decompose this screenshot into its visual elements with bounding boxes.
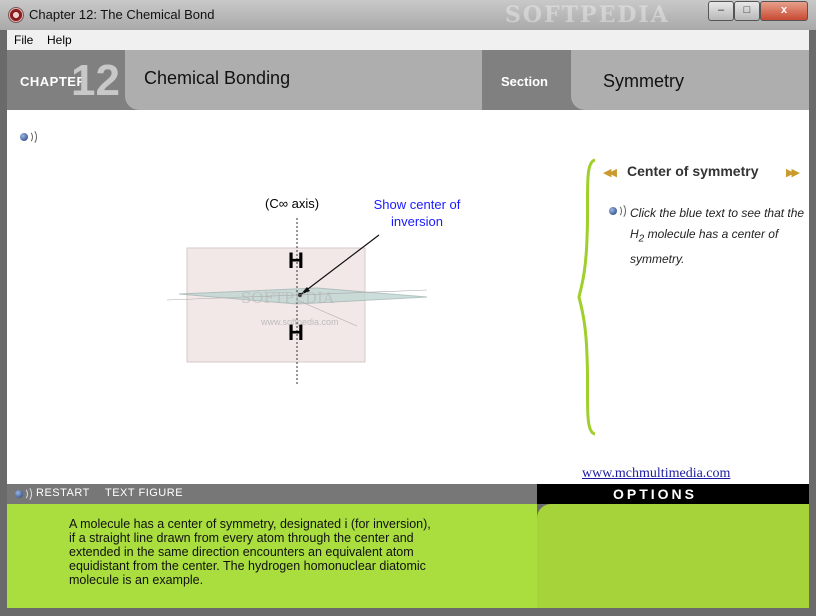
- show-center-of-inversion-link[interactable]: Show center of inversion: [369, 196, 465, 230]
- title-bar: Chapter 12: The Chemical Bond SOFTPEDIA …: [0, 0, 816, 30]
- axis-label: (C∞ axis): [265, 196, 320, 211]
- description-panel: A molecule has a center of symmetry, des…: [7, 504, 537, 608]
- instruction-part2: molecule has a center of symmetry.: [630, 227, 779, 267]
- close-button[interactable]: x: [760, 1, 808, 21]
- hydrogen-atom-top: H: [288, 248, 304, 273]
- description-text: A molecule has a center of symmetry, des…: [69, 517, 431, 587]
- molecule-figure: H H SOFTPEDIA www.softpedia.com (C∞ axis…: [157, 190, 460, 410]
- audio-speaker-icon[interactable]: [609, 203, 626, 219]
- figure-watermark-url: www.softpedia.com: [260, 317, 339, 327]
- text-figure-button[interactable]: TEXT FIGURE: [105, 487, 183, 499]
- instruction-text: Click the blue text to see that the H2 m…: [630, 203, 805, 270]
- options-header[interactable]: OPTIONS: [537, 484, 809, 504]
- topic-tab: Chemical Bonding: [125, 50, 482, 110]
- app-icon: [8, 7, 24, 23]
- brace-path: [577, 158, 596, 436]
- section-title: Symmetry: [603, 71, 684, 91]
- audio-speaker-icon[interactable]: [15, 486, 32, 502]
- menu-bar: File Help: [7, 30, 809, 50]
- options-label: OPTIONS: [613, 486, 698, 502]
- options-panel: [537, 504, 809, 608]
- curly-brace-divider: [577, 158, 596, 436]
- figure-watermark: SOFTPEDIA: [241, 289, 334, 307]
- content-area: H H SOFTPEDIA www.softpedia.com (C∞ axis…: [7, 110, 809, 484]
- restart-button[interactable]: RESTART: [36, 487, 90, 499]
- section-label: Section: [501, 74, 548, 89]
- previous-arrow-icon[interactable]: ◀◀: [603, 166, 617, 179]
- window-bottom-border: [0, 608, 816, 616]
- maximize-button[interactable]: □: [734, 1, 760, 21]
- section-tab: Symmetry: [571, 50, 809, 110]
- website-link[interactable]: www.mchmultimedia.com: [582, 466, 730, 482]
- next-arrow-icon[interactable]: ▶▶: [786, 166, 800, 179]
- panel-title: Center of symmetry: [627, 163, 759, 179]
- watermark: SOFTPEDIA: [505, 2, 670, 28]
- window-title: Chapter 12: The Chemical Bond: [29, 7, 215, 22]
- audio-speaker-icon[interactable]: [20, 129, 37, 145]
- minimize-button[interactable]: –: [708, 1, 734, 21]
- menu-file[interactable]: File: [14, 33, 33, 47]
- topic-title: Chemical Bonding: [144, 68, 291, 88]
- chapter-number: 12: [71, 56, 120, 105]
- bottom-toolbar: RESTART TEXT FIGURE: [7, 484, 537, 504]
- chapter-header: CHAPTER 12 Chemical Bonding Section Symm…: [7, 50, 809, 110]
- menu-help[interactable]: Help: [47, 33, 72, 47]
